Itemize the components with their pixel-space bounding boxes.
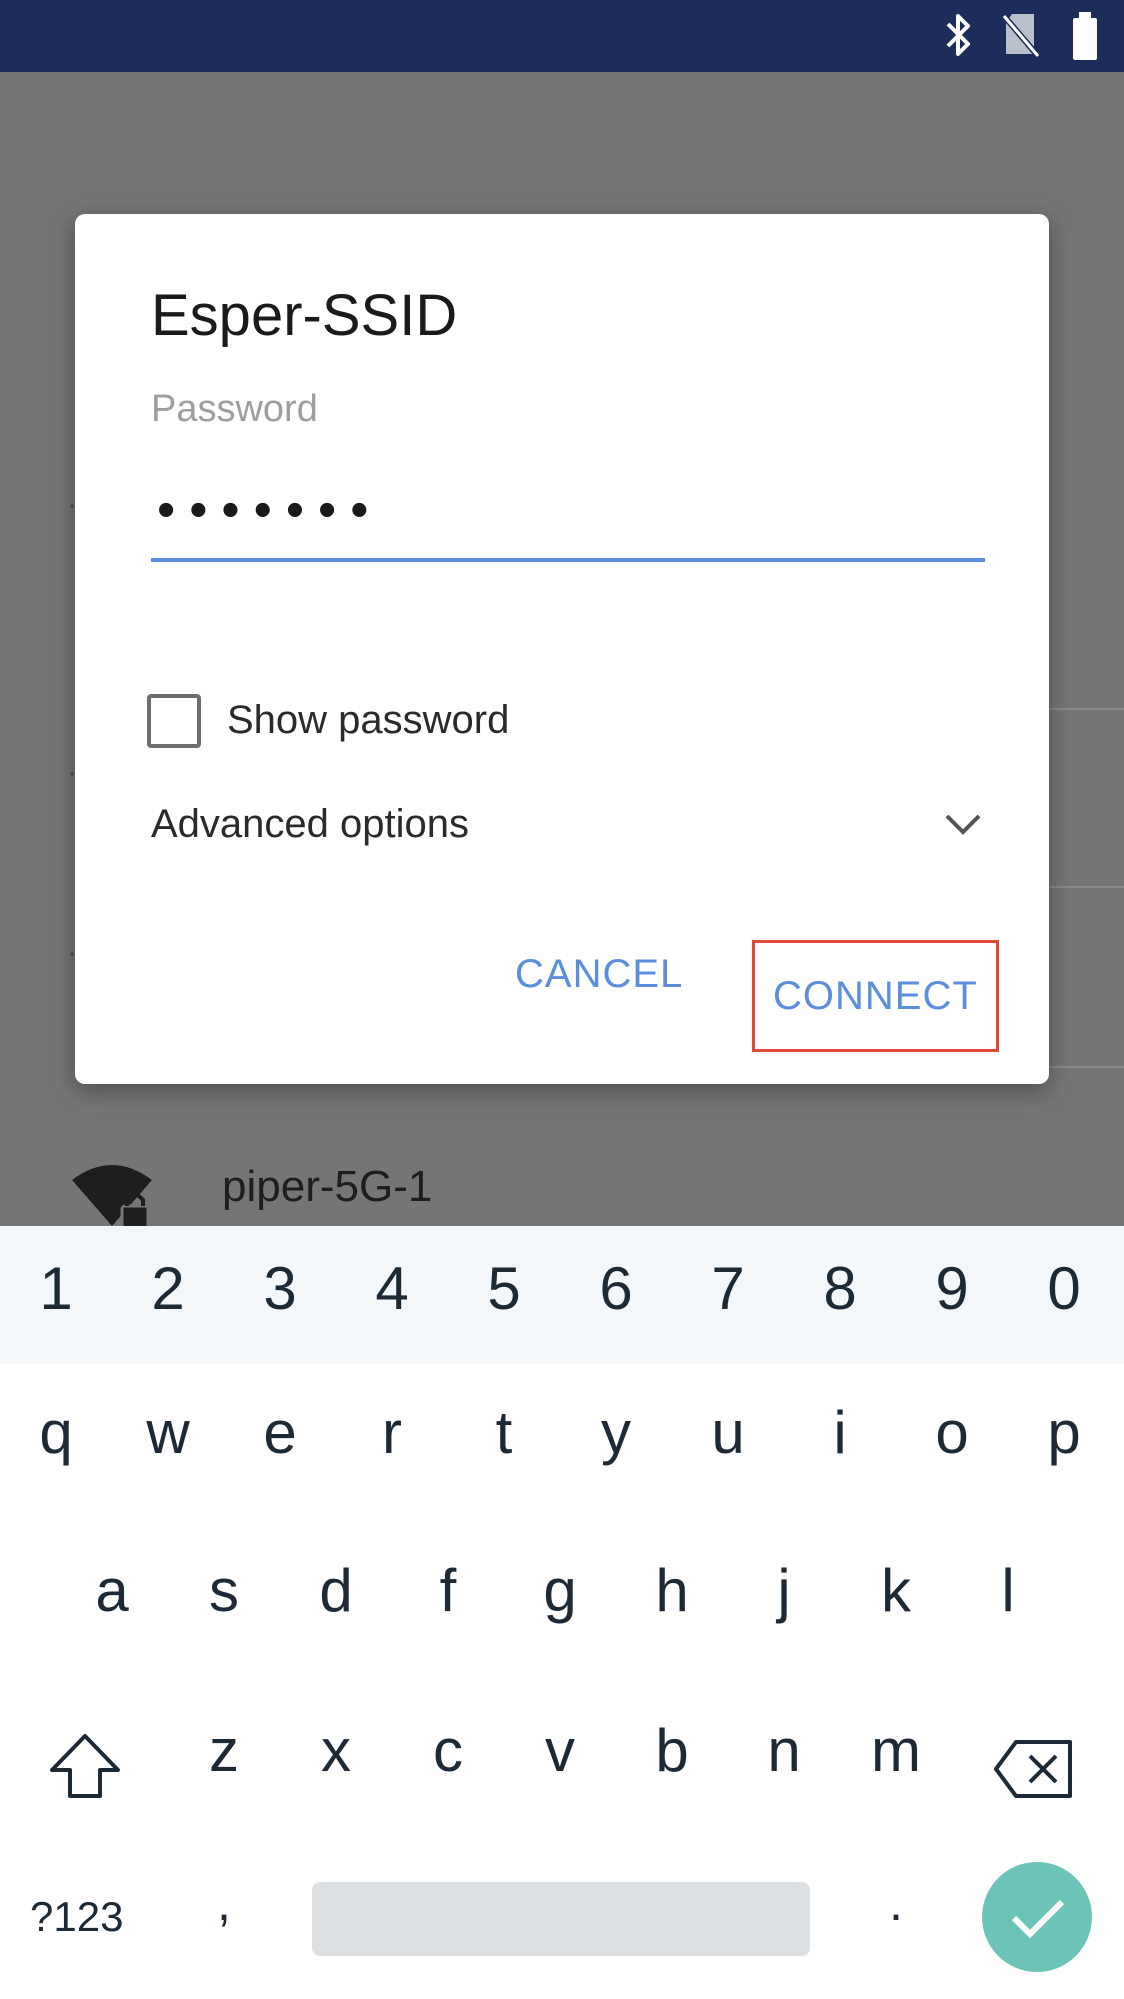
key-y[interactable]: y [560,1398,672,1467]
key-4[interactable]: 4 [336,1254,448,1323]
checkbox-box[interactable] [147,694,201,748]
key-c[interactable]: c [392,1716,504,1785]
key-l[interactable]: l [952,1556,1064,1625]
key-0[interactable]: 0 [1008,1254,1120,1323]
key-1[interactable]: 1 [0,1254,112,1323]
key-m[interactable]: m [840,1716,952,1785]
wifi-lock-icon [72,1165,152,1226]
key-q[interactable]: q [0,1398,112,1467]
backspace-icon[interactable] [992,1738,1076,1800]
key-h[interactable]: h [616,1556,728,1625]
password-value: ••••••• [157,481,383,539]
show-password-label: Show password [227,698,510,742]
cancel-button[interactable]: CANCEL [515,934,683,1014]
key-7[interactable]: 7 [672,1254,784,1323]
advanced-options-toggle[interactable]: Advanced options [151,794,991,864]
key-z[interactable]: z [168,1716,280,1785]
key-g[interactable]: g [504,1556,616,1625]
dialog-title: Esper-SSID [151,283,458,348]
key-e[interactable]: e [224,1398,336,1467]
key-2[interactable]: 2 [112,1254,224,1323]
password-input[interactable]: ••••••• [151,481,985,562]
bluetooth-icon [946,14,970,56]
key-k[interactable]: k [840,1556,952,1625]
period-key[interactable]: . [840,1874,952,1932]
enter-button[interactable] [982,1862,1092,1972]
key-v[interactable]: v [504,1716,616,1785]
key-i[interactable]: i [784,1398,896,1467]
advanced-options-label: Advanced options [151,802,470,846]
key-a[interactable]: a [56,1556,168,1625]
key-j[interactable]: j [728,1556,840,1625]
key-t[interactable]: t [448,1398,560,1467]
on-screen-keyboard: 1234567890 qwertyuiop asdfghjkl zxcvbnm ?12… [0,1226,1124,1999]
key-5[interactable]: 5 [448,1254,560,1323]
key-x[interactable]: x [280,1716,392,1785]
space-bar[interactable] [312,1882,810,1956]
key-f[interactable]: f [392,1556,504,1625]
checkmark-icon [1011,1899,1065,1939]
no-sim-icon [1001,14,1040,58]
wifi-password-dialog: Esper-SSID Password ••••••• Show passwor… [75,214,1049,1084]
key-b[interactable]: b [616,1716,728,1785]
key-p[interactable]: p [1008,1398,1120,1467]
key-r[interactable]: r [336,1398,448,1467]
shift-icon[interactable] [48,1732,122,1800]
chevron-down-icon[interactable] [941,802,985,846]
status-bar [0,0,1124,72]
key-s[interactable]: s [168,1556,280,1625]
password-label: Password [151,388,318,430]
wifi-network-row[interactable]: piper-5G-1 [0,1106,1124,1226]
key-u[interactable]: u [672,1398,784,1467]
key-8[interactable]: 8 [784,1254,896,1323]
battery-icon [1073,12,1097,60]
connect-button[interactable]: CONNECT [752,940,999,1052]
key-3[interactable]: 3 [224,1254,336,1323]
key-n[interactable]: n [728,1716,840,1785]
key-w[interactable]: w [112,1398,224,1467]
key-6[interactable]: 6 [560,1254,672,1323]
symbols-key[interactable]: ?123 [30,1893,123,1941]
key-o[interactable]: o [896,1398,1008,1467]
key-9[interactable]: 9 [896,1254,1008,1323]
wifi-network-name: piper-5G-1 [222,1162,433,1211]
key-d[interactable]: d [280,1556,392,1625]
comma-key[interactable]: , [168,1874,280,1932]
